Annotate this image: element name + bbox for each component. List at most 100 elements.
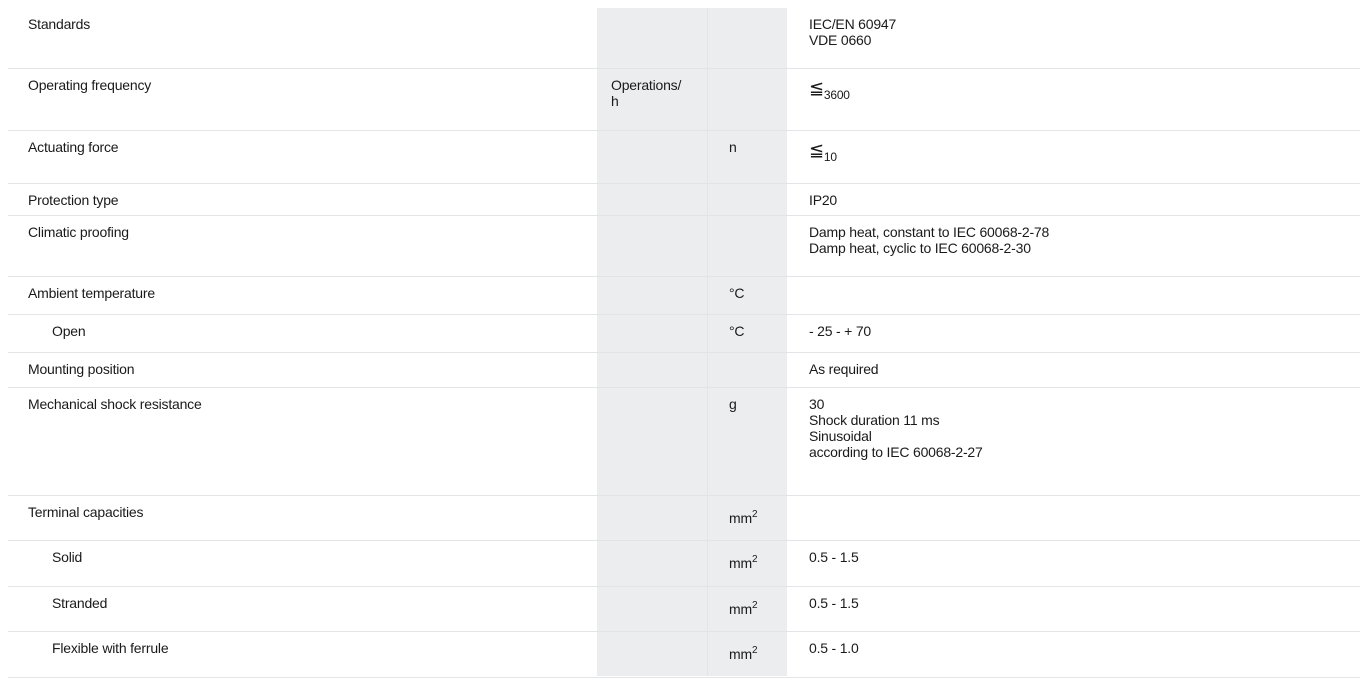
unit-cell-primary	[597, 586, 707, 632]
unit-cell-secondary	[707, 68, 787, 131]
unit-text: mm	[729, 554, 752, 571]
value-line: 0.5 - 1.5	[809, 594, 859, 611]
value-line: according to IEC 60068-2-27	[809, 443, 983, 460]
unit-cell-secondary	[707, 183, 787, 216]
value-line: 0.5 - 1.5	[809, 548, 859, 565]
unit-text: g	[729, 395, 737, 412]
value-line: 30	[809, 395, 825, 412]
value-subscript: 10	[823, 149, 837, 164]
row-label: Standards	[8, 8, 597, 69]
row-label: Open	[8, 314, 597, 353]
table-body: Standards IEC/EN 60947 VDE 0660 Operating f…	[8, 8, 1360, 678]
unit-cell-secondary: °C	[707, 314, 787, 353]
row-label: Terminal capacities	[8, 495, 597, 541]
spec-sheet: Standards IEC/EN 60947 VDE 0660 Operating f…	[0, 0, 1360, 678]
unit-cell-primary	[597, 8, 707, 69]
row-label: Operating frequency	[8, 68, 597, 131]
unit-superscript: 2	[751, 644, 758, 656]
value-line: - 25 - + 70	[809, 322, 872, 339]
unit-superscript: 2	[751, 508, 758, 520]
unit-cell-primary	[597, 631, 707, 678]
value-cell: Damp heat, constant to IEC 60068-2-78 Dam…	[787, 215, 1360, 277]
row-label: Protection type	[8, 183, 597, 216]
row-label: Ambient temperature	[8, 276, 597, 315]
unit-cell-primary	[597, 352, 707, 388]
value-cell: As required	[787, 352, 1360, 388]
value-cell	[787, 495, 1360, 541]
table-row: Ambient temperature °C	[8, 276, 1360, 315]
unit-cell-secondary: g	[707, 387, 787, 496]
table-row: Flexible with ferrule mm2 0.5 - 1.0	[8, 631, 1360, 678]
row-label: Flexible with ferrule	[8, 631, 597, 678]
value-line: IP20	[809, 191, 837, 208]
unit-cell-secondary	[707, 8, 787, 69]
table-row: Terminal capacities mm2	[8, 495, 1360, 541]
row-label: Climatic proofing	[8, 215, 597, 277]
unit-cell-primary	[597, 540, 707, 587]
unit-cell-primary	[597, 215, 707, 277]
table-row: Solid mm2 0.5 - 1.5	[8, 540, 1360, 587]
value-cell: 0.5 - 1.0	[787, 631, 1360, 678]
value-line: Shock duration 11 ms	[809, 411, 940, 428]
unit-text: n	[729, 138, 737, 155]
unit-cell-primary	[597, 387, 707, 496]
value-subscript: 3600	[823, 87, 850, 102]
table-row: Open °C - 25 - + 70	[8, 314, 1360, 353]
value-cell	[787, 276, 1360, 315]
table-row: Standards IEC/EN 60947 VDE 0660	[8, 8, 1360, 69]
unit-text: mm	[729, 645, 752, 662]
unit-text-line: Operations/	[611, 76, 682, 93]
unit-cell-secondary: mm2	[707, 586, 787, 632]
unit-cell-secondary: n	[707, 130, 787, 184]
value-line: 0.5 - 1.0	[809, 639, 859, 656]
technical-data-table: Standards IEC/EN 60947 VDE 0660 Operating f…	[8, 8, 1360, 678]
table-row: Mounting position As required	[8, 352, 1360, 388]
row-label: Solid	[8, 540, 597, 587]
value-line: Damp heat, cyclic to IEC 60068-2-30	[809, 239, 1031, 256]
less-than-or-equal-icon: ≦	[809, 77, 824, 98]
unit-cell-secondary: mm2	[707, 540, 787, 587]
row-label: Stranded	[8, 586, 597, 632]
unit-cell-primary	[597, 276, 707, 315]
value-line: IEC/EN 60947	[809, 16, 897, 32]
unit-cell-secondary: mm2	[707, 631, 787, 678]
value-cell: ≦3600	[787, 68, 1360, 131]
table-row: Climatic proofing Damp heat, constant to …	[8, 215, 1360, 277]
unit-text: °C	[729, 322, 745, 339]
unit-cell-primary	[597, 495, 707, 541]
table-row: Stranded mm2 0.5 - 1.5	[8, 586, 1360, 632]
unit-superscript: 2	[751, 599, 758, 611]
row-label: Mechanical shock resistance	[8, 387, 597, 496]
unit-text: mm	[729, 509, 752, 526]
less-than-or-equal-icon: ≦	[809, 139, 824, 160]
value-cell: 0.5 - 1.5	[787, 540, 1360, 587]
value-line: As required	[809, 360, 879, 377]
unit-text: mm	[729, 600, 752, 617]
value-cell: - 25 - + 70	[787, 314, 1360, 353]
unit-cell-primary	[597, 183, 707, 216]
row-label: Actuating force	[8, 130, 597, 184]
value-line: Damp heat, constant to IEC 60068-2-78	[809, 223, 1050, 240]
unit-cell-secondary: mm2	[707, 495, 787, 541]
value-cell: ≦10	[787, 130, 1360, 184]
table-row: Protection type IP20	[8, 183, 1360, 216]
unit-text-line: h	[611, 92, 619, 109]
value-cell: IEC/EN 60947 VDE 0660	[787, 8, 1360, 69]
value-line: Sinusoidal	[809, 427, 872, 444]
table-row: Mechanical shock resistance g 30 Shock dura…	[8, 387, 1360, 496]
unit-cell-primary	[597, 130, 707, 184]
unit-text: °C	[729, 284, 745, 301]
value-cell: 0.5 - 1.5	[787, 586, 1360, 632]
value-cell: IP20	[787, 183, 1360, 216]
table-row: Operating frequency Operations/h ≦3600	[8, 68, 1360, 131]
row-label: Mounting position	[8, 352, 597, 388]
unit-cell-secondary	[707, 215, 787, 277]
unit-cell-primary: Operations/h	[597, 68, 707, 131]
value-line: VDE 0660	[809, 32, 872, 48]
unit-cell-primary	[597, 314, 707, 353]
value-cell: 30 Shock duration 11 ms Sinusoidal accordin…	[787, 387, 1360, 496]
table-row: Actuating force n ≦10	[8, 130, 1360, 184]
unit-cell-secondary: °C	[707, 276, 787, 315]
unit-superscript: 2	[751, 553, 758, 565]
unit-cell-secondary	[707, 352, 787, 388]
